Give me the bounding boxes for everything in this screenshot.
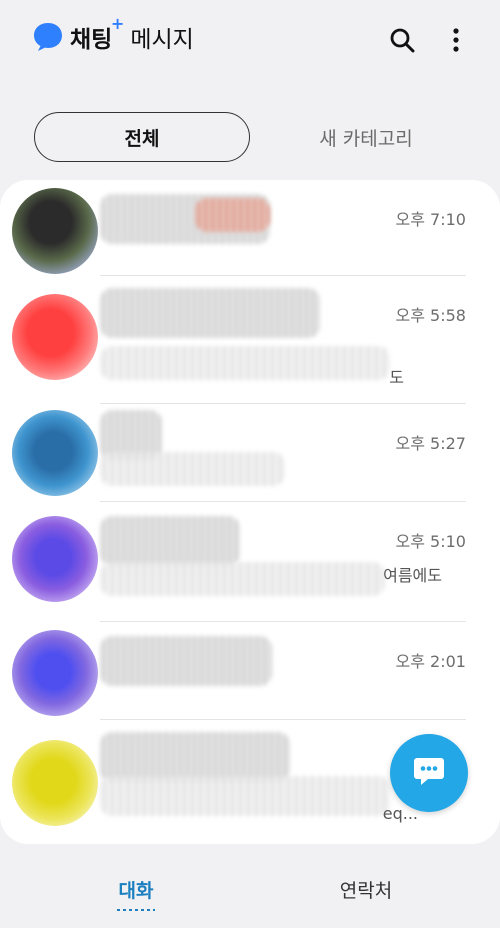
- message-preview-redacted: [100, 346, 390, 380]
- message-preview-redacted: [100, 452, 285, 486]
- category-tabs: 전체 새 카테고리: [34, 112, 466, 162]
- message-preview-redacted: [100, 562, 385, 596]
- avatar: [12, 630, 98, 716]
- avatar: [12, 294, 98, 380]
- tab-new-category[interactable]: 새 카테고리: [266, 112, 466, 162]
- chat-bubble-icon: [412, 755, 446, 791]
- brand-logo: 채팅 + 메시지: [32, 14, 194, 54]
- avatar: [12, 410, 98, 496]
- avatar: [12, 188, 98, 274]
- selected-indicator: [117, 909, 155, 911]
- timestamp: 오후 5:27: [395, 434, 466, 453]
- conversation-item[interactable]: 오후 2:01: [0, 622, 500, 720]
- conversation-item[interactable]: 오후 5:58 도: [0, 276, 500, 404]
- timestamp: 오후 2:01: [395, 652, 466, 671]
- timestamp: 오후 5:58: [395, 306, 466, 325]
- brand-name: 채팅 +: [70, 14, 125, 53]
- contact-name-redacted: [100, 636, 272, 686]
- search-icon[interactable]: [386, 24, 418, 56]
- messages-screen: 채팅 + 메시지 전체 새 카테고리 오후 7:10 오후 5:58 도 오후 …: [0, 0, 500, 928]
- tab-all[interactable]: 전체: [34, 112, 250, 162]
- avatar: [12, 740, 98, 826]
- contact-name-redacted: [100, 732, 290, 782]
- more-vert-icon[interactable]: [440, 24, 472, 56]
- brand-plus: +: [110, 14, 125, 33]
- contact-name-redacted: [100, 516, 240, 566]
- page-title: 메시지: [130, 27, 194, 53]
- chat-bubble-logo-icon: [32, 21, 64, 53]
- conversation-item[interactable]: 오후 5:27: [0, 404, 500, 502]
- conversation-item[interactable]: 오후 5:10 여름에도: [0, 502, 500, 622]
- nav-chats-label: 대화: [118, 880, 154, 902]
- nav-chats-tab[interactable]: 대화: [100, 876, 172, 911]
- timestamp: 오후 7:10: [395, 210, 466, 229]
- bottom-navigation: 대화 연락처: [0, 850, 500, 928]
- timestamp: 오후 5:10: [395, 532, 466, 551]
- message-preview-redacted: [100, 776, 390, 816]
- message-snippet: 여름에도: [383, 566, 442, 585]
- nav-contacts-tab[interactable]: 연락처: [322, 876, 410, 903]
- app-header: 채팅 + 메시지: [0, 0, 500, 80]
- new-message-button[interactable]: [390, 734, 468, 812]
- contact-name-redacted: [100, 288, 320, 338]
- avatar: [12, 516, 98, 602]
- message-snippet: 도: [389, 368, 404, 387]
- conversation-item[interactable]: 오후 7:10: [0, 180, 500, 276]
- message-preview-redacted: [195, 198, 270, 232]
